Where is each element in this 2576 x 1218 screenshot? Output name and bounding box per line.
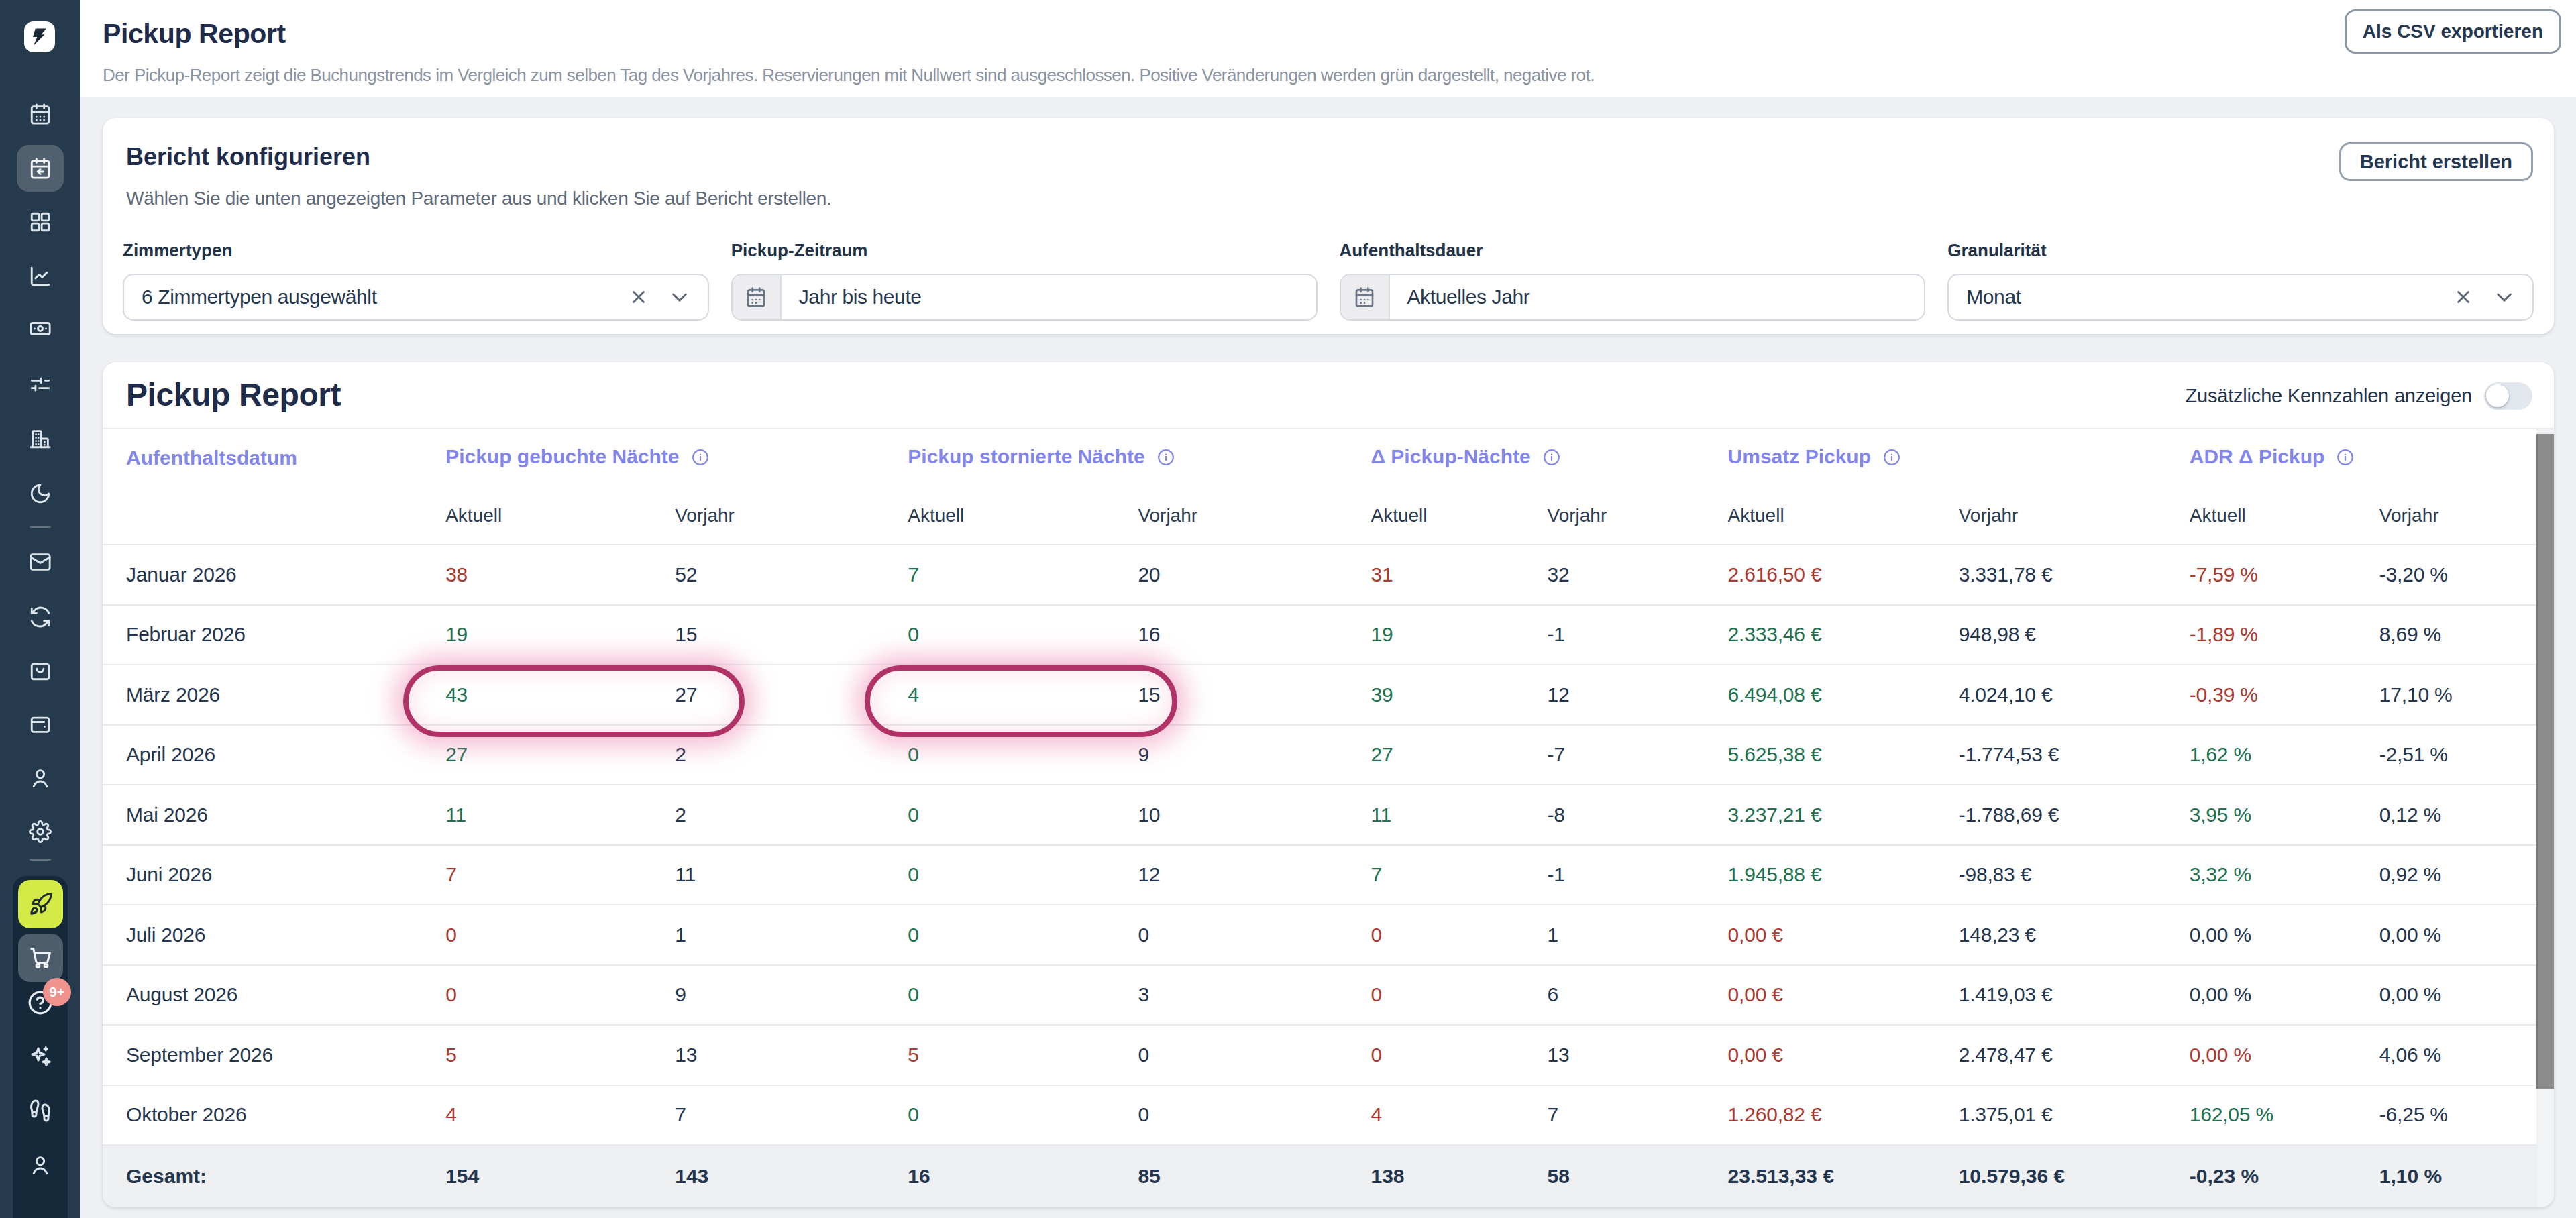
field-aufenthaltsdauer: Aufenthaltsdauer Aktuelles Jahr: [1340, 239, 1926, 321]
report-table: Aufenthaltsdatum Pickup gebuchte Nächte …: [103, 429, 2554, 1207]
report-card-head: Pickup Report Zusätzliche Kennzahlen anz…: [103, 362, 2554, 429]
config-desc: Wählen Sie die unten angezeigten Paramet…: [126, 185, 832, 212]
nav-settings-sliders: [0, 373, 80, 396]
nav-cart[interactable]: [18, 934, 63, 982]
page-header: Pickup Report Der Pickup-Report zeigt di…: [80, 0, 2576, 97]
nav-mail: [0, 551, 80, 573]
export-csv[interactable]: Als CSV exportieren: [2345, 9, 2561, 54]
sidebar: 9+: [0, 0, 80, 1218]
nav-sync: [0, 606, 80, 628]
nav-apps: [0, 211, 80, 233]
nav-ai: [0, 1044, 80, 1068]
highlight-oval-2: [865, 665, 1177, 737]
field-granularitaet: Granularität Monat: [1947, 239, 2534, 321]
config-title: Bericht konfigurieren: [126, 140, 370, 174]
scrollbar-thumb: [2536, 434, 2554, 1089]
nav-bag: [0, 659, 80, 682]
page-title: Pickup Report: [103, 15, 286, 52]
nav-payments: [0, 317, 80, 340]
report-card: Pickup Report Zusätzliche Kennzahlen anz…: [103, 362, 2554, 1207]
logo: [24, 21, 55, 52]
pickup-report: 9+ Pickup Report Der Pickup-Report zeigt…: [0, 0, 2576, 1218]
highlight-oval-1: [403, 665, 745, 737]
nav-pickup: [0, 157, 80, 180]
field-pickup-zeitraum: Pickup-Zeitraum Jahr bis heute: [731, 239, 1318, 321]
page-subtitle: Der Pickup-Report zeigt die Buchungstren…: [103, 62, 1595, 89]
config-card: Bericht konfigurieren Wählen Sie die unt…: [103, 118, 2554, 334]
create-report[interactable]: Bericht erstellen: [2339, 142, 2533, 181]
help-badge: 9+: [43, 978, 71, 1006]
nav-property: [0, 427, 80, 450]
nav-wallet: [0, 713, 80, 736]
nav-analytics: [0, 265, 80, 288]
nav-profile: [0, 1154, 80, 1176]
nav-footprints: [0, 1099, 80, 1123]
extra-metrics-toggle: Zusätzliche Kennzahlen anzeigen: [2186, 362, 2532, 429]
nav-user: [0, 767, 80, 789]
nav-calendar: [0, 103, 80, 125]
nav-night: [0, 482, 80, 505]
field-zimmertypen: Zimmertypen 6 Zimmertypen ausgewählt: [123, 239, 709, 321]
nav-settings: [0, 820, 80, 843]
nav-rocket[interactable]: [18, 880, 63, 928]
